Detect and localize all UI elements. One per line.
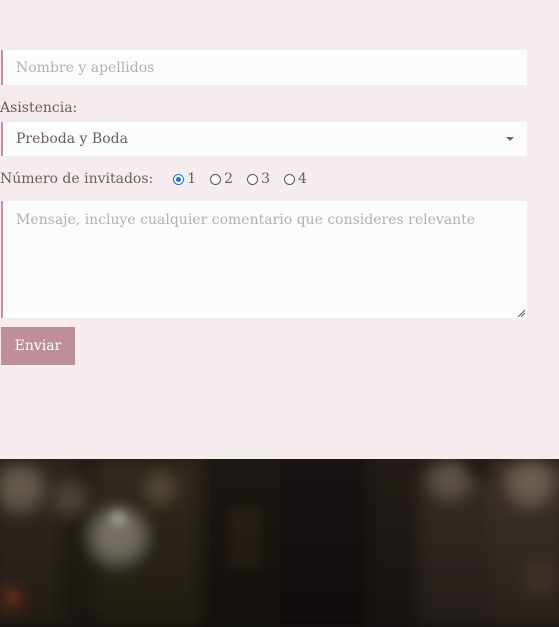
guest-option-1[interactable]: 1 <box>173 171 196 187</box>
blurred-venue-photo <box>0 459 559 627</box>
radio-button[interactable] <box>247 173 259 185</box>
background-photo <box>0 459 559 627</box>
message-textarea[interactable] <box>1 201 527 318</box>
guest-option-3[interactable]: 3 <box>247 171 270 187</box>
radio-button[interactable] <box>173 173 185 185</box>
rsvp-form: Asistencia: Preboda y Boda Número de inv… <box>0 0 559 459</box>
guest-option-label: 1 <box>187 171 197 187</box>
attendance-selected-value: Preboda y Boda <box>16 131 128 147</box>
guest-option-4[interactable]: 4 <box>284 171 307 187</box>
guests-label: Número de invitados: <box>0 171 154 187</box>
guest-option-2[interactable]: 2 <box>210 171 233 187</box>
radio-button[interactable] <box>210 173 222 185</box>
guest-option-label: 4 <box>298 171 307 187</box>
name-input[interactable] <box>1 50 527 85</box>
radio-button[interactable] <box>284 173 296 185</box>
submit-button[interactable]: Enviar <box>1 327 75 365</box>
guest-option-label: 3 <box>261 171 271 187</box>
attendance-label: Asistencia: <box>0 100 78 116</box>
guest-option-label: 2 <box>224 171 234 187</box>
attendance-select[interactable]: Preboda y Boda <box>1 122 527 156</box>
guests-radio-group: Número de invitados: 1 2 3 4 <box>0 170 321 188</box>
chevron-down-icon <box>506 137 514 141</box>
